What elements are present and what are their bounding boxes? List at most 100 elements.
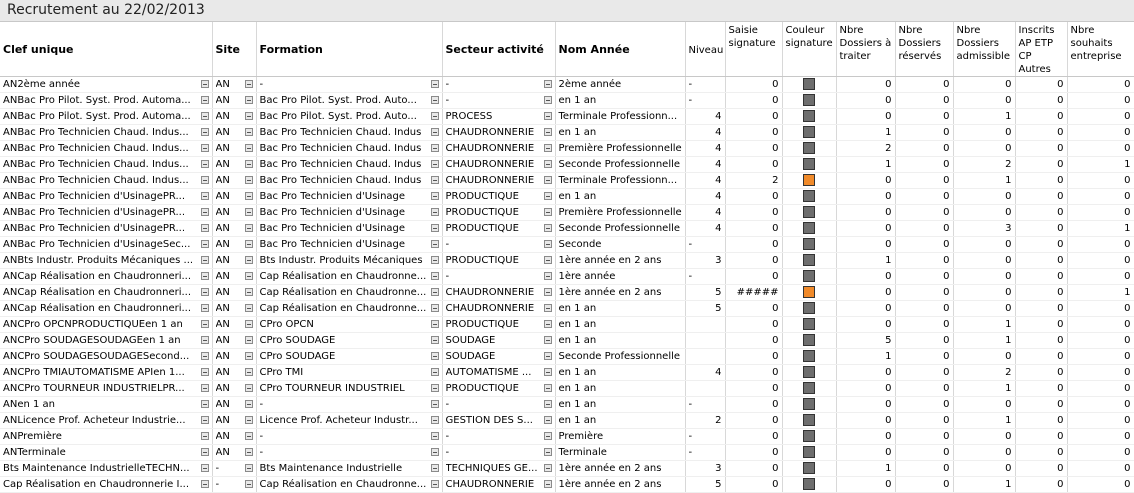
cell-annee[interactable]: Seconde Professionnelle	[555, 220, 686, 237]
collapse-icon[interactable]	[244, 96, 253, 104]
collapse-icon[interactable]	[543, 368, 552, 376]
cell-site[interactable]: AN	[212, 316, 257, 333]
cell-clef[interactable]: AN2ème année	[0, 76, 213, 93]
collapse-icon[interactable]	[244, 416, 253, 424]
cell-site[interactable]: AN	[212, 236, 257, 253]
collapse-icon[interactable]	[543, 144, 552, 152]
collapse-icon[interactable]	[244, 336, 253, 344]
cell-clef[interactable]: ANBac Pro Technicien d'UsinagePR...	[0, 220, 213, 237]
cell-formation[interactable]: -	[256, 396, 443, 413]
cell-secteur[interactable]: -	[442, 268, 556, 285]
collapse-icon[interactable]	[200, 80, 209, 88]
cell-formation[interactable]: -	[256, 76, 443, 93]
collapse-icon[interactable]	[244, 80, 253, 88]
cell-annee[interactable]: en 1 an	[555, 188, 686, 205]
cell-clef[interactable]: ANCPro SOUDAGESOUDAGESecond...	[0, 348, 213, 365]
cell-site[interactable]: AN	[212, 188, 257, 205]
cell-site[interactable]: AN	[212, 268, 257, 285]
col-header-annee[interactable]: Nom Année	[555, 22, 686, 77]
cell-annee[interactable]: en 1 an	[555, 124, 686, 141]
collapse-icon[interactable]	[244, 256, 253, 264]
table-row[interactable]: ANCPro SOUDAGESOUDAGESecond... AN CPro SOU…	[0, 348, 1134, 365]
cell-secteur[interactable]: PRODUCTIQUE	[442, 204, 556, 221]
cell-clef[interactable]: ANBac Pro Technicien d'UsinagePR...	[0, 188, 213, 205]
table-row[interactable]: ANCap Réalisation en Chaudronneri... AN Ca…	[0, 300, 1134, 317]
collapse-icon[interactable]	[244, 448, 253, 456]
cell-annee[interactable]: en 1 an	[555, 380, 686, 397]
collapse-icon[interactable]	[244, 144, 253, 152]
cell-site[interactable]: AN	[212, 76, 257, 93]
collapse-icon[interactable]	[430, 480, 439, 488]
collapse-icon[interactable]	[200, 160, 209, 168]
cell-clef[interactable]: Bts Maintenance IndustrielleTECHN...	[0, 460, 213, 477]
cell-formation[interactable]: CPro TOURNEUR INDUSTRIEL	[256, 380, 443, 397]
collapse-icon[interactable]	[244, 128, 253, 136]
table-row[interactable]: AN2ème année AN - -2ème année -0 0 0 0 0 0	[0, 76, 1134, 93]
collapse-icon[interactable]	[200, 480, 209, 488]
table-row[interactable]: ANCPro OPCNPRODUCTIQUEen 1 an AN CPro OPCN…	[0, 316, 1134, 333]
table-row[interactable]: ANLicence Prof. Acheteur Industrie... AN L…	[0, 412, 1134, 429]
collapse-icon[interactable]	[200, 144, 209, 152]
collapse-icon[interactable]	[543, 432, 552, 440]
cell-site[interactable]: AN	[212, 332, 257, 349]
cell-annee[interactable]: Première Professionnelle	[555, 204, 686, 221]
collapse-icon[interactable]	[200, 256, 209, 264]
cell-site[interactable]: AN	[212, 156, 257, 173]
cell-annee[interactable]: en 1 an	[555, 316, 686, 333]
cell-annee[interactable]: Seconde	[555, 236, 686, 253]
cell-formation[interactable]: Bts Industr. Produits Mécaniques	[256, 252, 443, 269]
col-header-souhaits[interactable]: Nbre souhaits entreprise	[1067, 22, 1134, 77]
col-header-clef[interactable]: Clef unique	[0, 22, 213, 77]
table-row[interactable]: ANTerminale AN - - Terminale -0 0 0 0 0 0	[0, 444, 1134, 461]
cell-site[interactable]: AN	[212, 380, 257, 397]
cell-annee[interactable]: 2ème année	[555, 76, 686, 93]
collapse-icon[interactable]	[430, 208, 439, 216]
col-header-couleur[interactable]: Couleur signature	[782, 22, 837, 77]
cell-clef[interactable]: ANCap Réalisation en Chaudronneri...	[0, 268, 213, 285]
cell-clef[interactable]: ANCap Réalisation en Chaudronneri...	[0, 284, 213, 301]
collapse-icon[interactable]	[430, 112, 439, 120]
collapse-icon[interactable]	[200, 112, 209, 120]
collapse-icon[interactable]	[244, 192, 253, 200]
cell-formation[interactable]: -	[256, 444, 443, 461]
cell-annee[interactable]: 1ère année en 2 ans	[555, 476, 686, 493]
cell-annee[interactable]: 1ère année	[555, 268, 686, 285]
cell-secteur[interactable]: -	[442, 396, 556, 413]
collapse-icon[interactable]	[430, 336, 439, 344]
collapse-icon[interactable]	[200, 464, 209, 472]
cell-annee[interactable]: 1ère année en 2 ans	[555, 252, 686, 269]
table-row[interactable]: ANBac Pro Pilot. Syst. Prod. Automa... AN…	[0, 108, 1134, 125]
table-row[interactable]: ANBac Pro Technicien Chaud. Indus... AN Ba…	[0, 156, 1134, 173]
collapse-icon[interactable]	[543, 192, 552, 200]
collapse-icon[interactable]	[430, 272, 439, 280]
cell-clef[interactable]: ANCPro OPCNPRODUCTIQUEen 1 an	[0, 316, 213, 333]
collapse-icon[interactable]	[200, 336, 209, 344]
cell-site[interactable]: AN	[212, 444, 257, 461]
cell-site[interactable]: -	[212, 476, 257, 493]
col-header-admissible[interactable]: Nbre Dossiers admissible	[953, 22, 1016, 77]
cell-formation[interactable]: Cap Réalisation en Chaudronne...	[256, 476, 443, 493]
cell-formation[interactable]: Cap Réalisation en Chaudronne...	[256, 268, 443, 285]
cell-formation[interactable]: CPro TMI	[256, 364, 443, 381]
cell-annee[interactable]: en 1 an	[555, 396, 686, 413]
collapse-icon[interactable]	[430, 384, 439, 392]
cell-secteur[interactable]: CHAUDRONNERIE	[442, 156, 556, 173]
cell-secteur[interactable]: AUTOMATISME ...	[442, 364, 556, 381]
cell-formation[interactable]: Bac Pro Technicien d'Usinage	[256, 220, 443, 237]
collapse-icon[interactable]	[244, 208, 253, 216]
collapse-icon[interactable]	[430, 432, 439, 440]
cell-formation[interactable]: Bac Pro Pilot. Syst. Prod. Auto...	[256, 108, 443, 125]
collapse-icon[interactable]	[543, 464, 552, 472]
collapse-icon[interactable]	[430, 352, 439, 360]
cell-site[interactable]: -	[212, 460, 257, 477]
collapse-icon[interactable]	[244, 480, 253, 488]
cell-secteur[interactable]: TECHNIQUES GE...	[442, 460, 556, 477]
collapse-icon[interactable]	[543, 224, 552, 232]
table-row[interactable]: ANBac Pro Technicien d'UsinagePR... AN Bac…	[0, 188, 1134, 205]
cell-clef[interactable]: ANBac Pro Technicien Chaud. Indus...	[0, 172, 213, 189]
cell-secteur[interactable]: -	[442, 76, 556, 93]
cell-formation[interactable]: Bac Pro Technicien d'Usinage	[256, 204, 443, 221]
collapse-icon[interactable]	[430, 192, 439, 200]
cell-annee[interactable]: Terminale Professionn...	[555, 108, 686, 125]
cell-site[interactable]: AN	[212, 428, 257, 445]
